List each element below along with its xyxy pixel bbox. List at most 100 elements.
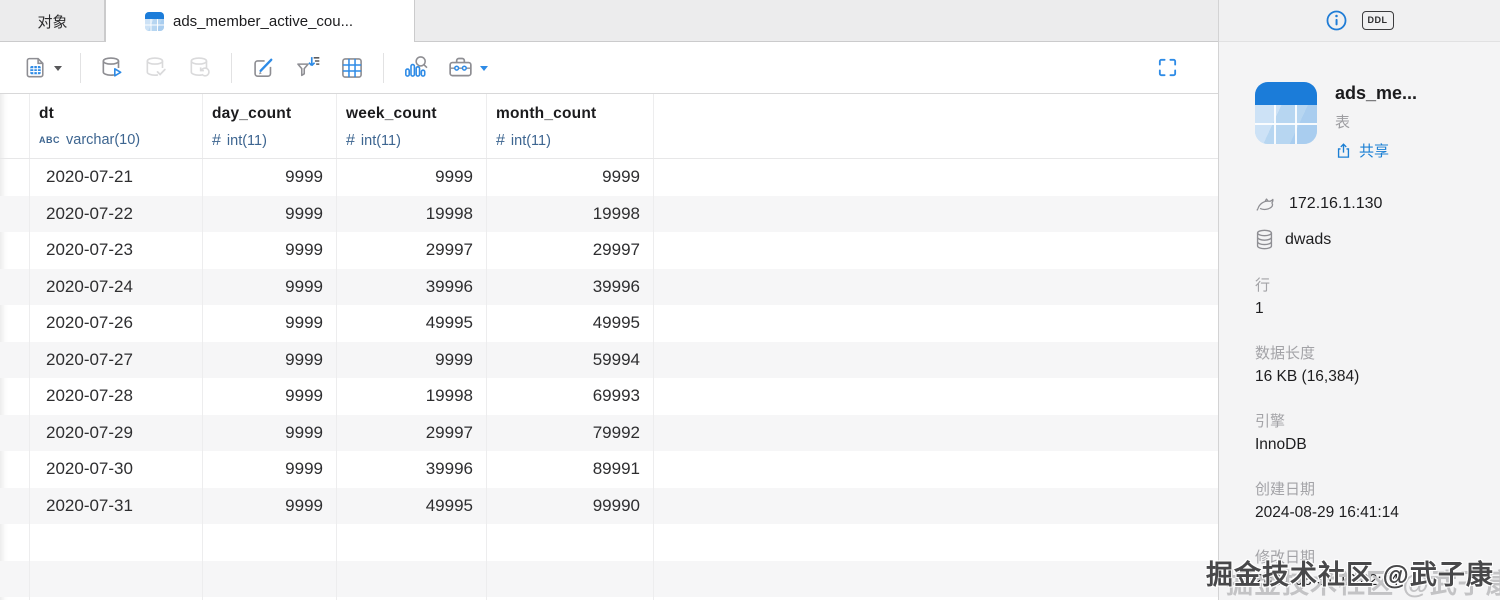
cell-filler xyxy=(654,305,1218,342)
cell-week-count[interactable]: 29997 xyxy=(337,415,487,452)
column-name: month_count xyxy=(496,105,645,123)
db-commit-icon xyxy=(143,55,169,81)
tab-table-active[interactable]: ads_member_active_cou... xyxy=(105,0,415,42)
column-header-month-count[interactable]: month_count #int(11) xyxy=(487,94,654,158)
cell-month-count[interactable]: 29997 xyxy=(487,232,654,269)
column-header-day-count[interactable]: day_count #int(11) xyxy=(203,94,337,158)
column-name: week_count xyxy=(346,105,478,123)
column-type: varchar(10) xyxy=(66,132,140,148)
info-icon[interactable] xyxy=(1326,10,1347,31)
host-address: 172.16.1.130 xyxy=(1289,195,1382,213)
chart-analyze-button[interactable] xyxy=(393,48,438,88)
filter-sort-button[interactable] xyxy=(285,48,330,88)
cell-week-count[interactable]: 9999 xyxy=(337,342,487,379)
cell-dt[interactable]: 2020-07-24 xyxy=(30,269,203,306)
field-label: 修改日期 xyxy=(1255,546,1480,567)
cell-dt[interactable]: 2020-07-28 xyxy=(30,378,203,415)
column-type: int(11) xyxy=(511,133,551,149)
cell-month-count[interactable]: 59994 xyxy=(487,342,654,379)
cell-day-count[interactable]: 9999 xyxy=(203,159,337,196)
row-gutter[interactable] xyxy=(0,232,30,269)
cell-week-count[interactable]: 19998 xyxy=(337,378,487,415)
object-kind-label: 表 xyxy=(1335,111,1417,132)
field-label: 行 xyxy=(1255,274,1480,295)
cell-month-count[interactable]: 19998 xyxy=(487,196,654,233)
cell-week-count[interactable]: 49995 xyxy=(337,488,487,525)
row-gutter[interactable] xyxy=(0,415,30,452)
share-button[interactable]: 共享 xyxy=(1335,140,1417,161)
column-name: dt xyxy=(39,105,194,123)
cell-dt[interactable]: 2020-07-29 xyxy=(30,415,203,452)
cell-day-count[interactable]: 9999 xyxy=(203,196,337,233)
apply-changes-button[interactable] xyxy=(90,48,134,88)
cell-week-count[interactable]: 39996 xyxy=(337,451,487,488)
cell-dt[interactable]: 2020-07-30 xyxy=(30,451,203,488)
row-gutter[interactable] xyxy=(0,196,30,233)
tab-bar: 对象 ads_member_active_cou... xyxy=(0,0,1218,42)
connection-host-row: 172.16.1.130 xyxy=(1255,192,1480,215)
table-icon xyxy=(145,12,164,31)
toolbox-button[interactable] xyxy=(438,48,497,88)
form-view-button[interactable] xyxy=(14,48,71,88)
table-row: 2020-07-28 9999 19998 69993 xyxy=(0,378,1218,415)
row-gutter[interactable] xyxy=(0,342,30,379)
column-header-dt[interactable]: dt ABCvarchar(10) xyxy=(30,94,203,158)
cell-dt[interactable]: 2020-07-21 xyxy=(30,159,203,196)
tab-objects[interactable]: 对象 xyxy=(0,0,105,42)
share-icon xyxy=(1335,142,1352,159)
column-header-week-count[interactable]: week_count #int(11) xyxy=(337,94,487,158)
cell-week-count[interactable]: 39996 xyxy=(337,269,487,306)
row-gutter[interactable] xyxy=(0,378,30,415)
table-row: 2020-07-26 9999 49995 49995 xyxy=(0,305,1218,342)
cell-month-count[interactable]: 99990 xyxy=(487,488,654,525)
cell-dt[interactable]: 2020-07-31 xyxy=(30,488,203,525)
ddl-button[interactable]: DDL xyxy=(1362,11,1394,30)
cell-week-count[interactable]: 49995 xyxy=(337,305,487,342)
object-info-panel: DDL ads_me... 表 共享 xyxy=(1218,0,1500,600)
row-gutter[interactable] xyxy=(0,269,30,306)
cell-dt[interactable]: 2020-07-23 xyxy=(30,232,203,269)
cell-day-count[interactable]: 9999 xyxy=(203,415,337,452)
table-row: 2020-07-23 9999 29997 29997 xyxy=(0,232,1218,269)
cell-day-count[interactable]: 9999 xyxy=(203,488,337,525)
cell-day-count[interactable]: 9999 xyxy=(203,378,337,415)
cell-day-count[interactable]: 9999 xyxy=(203,232,337,269)
cell-month-count[interactable]: 39996 xyxy=(487,269,654,306)
cell-month-count[interactable]: 89991 xyxy=(487,451,654,488)
rollback-button[interactable] xyxy=(178,48,222,88)
int-type-icon: # xyxy=(346,132,355,150)
cell-month-count[interactable]: 49995 xyxy=(487,305,654,342)
cell-dt[interactable]: 2020-07-22 xyxy=(30,196,203,233)
fullscreen-button[interactable] xyxy=(1147,48,1188,88)
cell-dt[interactable]: 2020-07-27 xyxy=(30,342,203,379)
caret-down-icon xyxy=(54,66,62,71)
toolbar xyxy=(0,42,1218,94)
result-grid: dt ABCvarchar(10) day_count #int(11) wee… xyxy=(0,94,1218,600)
row-gutter[interactable] xyxy=(0,451,30,488)
row-gutter[interactable] xyxy=(0,159,30,196)
cell-month-count[interactable]: 9999 xyxy=(487,159,654,196)
cell-day-count[interactable]: 9999 xyxy=(203,342,337,379)
cell-week-count[interactable]: 19998 xyxy=(337,196,487,233)
cell-week-count[interactable]: 9999 xyxy=(337,159,487,196)
field-value: 2024-08-31 16:02:14 xyxy=(1255,572,1480,590)
info-field-rows: 行 1 xyxy=(1255,274,1480,318)
cell-day-count[interactable]: 9999 xyxy=(203,451,337,488)
edit-record-button[interactable] xyxy=(241,48,285,88)
connection-database-row: dwads xyxy=(1255,229,1480,250)
cell-dt[interactable]: 2020-07-26 xyxy=(30,305,203,342)
commit-button[interactable] xyxy=(134,48,178,88)
cell-month-count[interactable]: 79992 xyxy=(487,415,654,452)
row-gutter-header[interactable] xyxy=(0,94,30,158)
table-row: 2020-07-30 9999 39996 89991 xyxy=(0,451,1218,488)
grid-view-button[interactable] xyxy=(330,48,374,88)
row-gutter[interactable] xyxy=(0,305,30,342)
cell-month-count[interactable]: 69993 xyxy=(487,378,654,415)
row-gutter[interactable] xyxy=(0,488,30,525)
cell-week-count[interactable]: 29997 xyxy=(337,232,487,269)
object-title: ads_me... xyxy=(1335,83,1417,104)
cell-day-count[interactable]: 9999 xyxy=(203,305,337,342)
field-value: 2024-08-29 16:41:14 xyxy=(1255,504,1480,522)
cell-day-count[interactable]: 9999 xyxy=(203,269,337,306)
cell-filler xyxy=(654,196,1218,233)
